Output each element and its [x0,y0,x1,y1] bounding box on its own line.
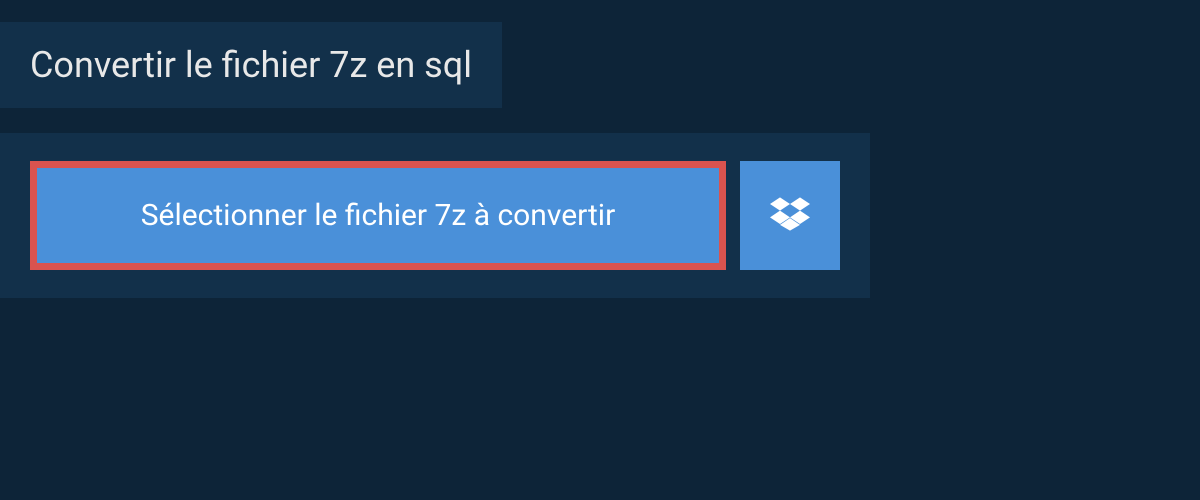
upload-panel: Sélectionner le fichier 7z à convertir [0,133,870,298]
select-file-button[interactable]: Sélectionner le fichier 7z à convertir [30,161,726,270]
dropbox-icon [770,194,810,238]
dropbox-button[interactable] [740,161,840,270]
header-bar: Convertir le fichier 7z en sql [0,22,502,108]
select-file-label: Sélectionner le fichier 7z à convertir [141,198,616,233]
page-title: Convertir le fichier 7z en sql [30,44,472,86]
